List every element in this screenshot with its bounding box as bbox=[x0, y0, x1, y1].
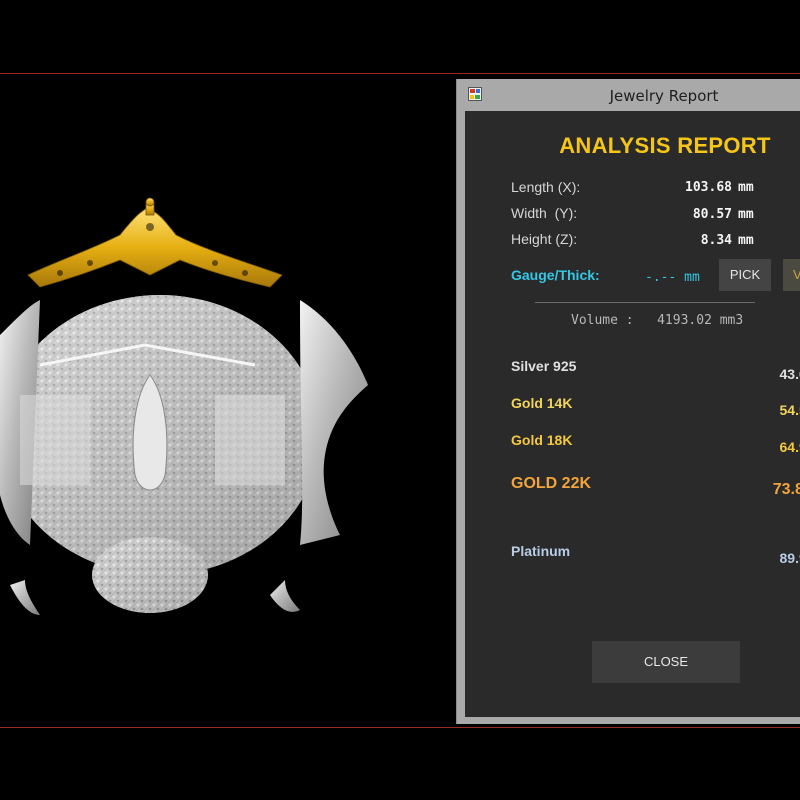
metal-label-gold-14k: Gold 14K bbox=[511, 395, 573, 411]
metal-weight-platinum: 89.94 g bbox=[779, 550, 800, 566]
height-label: Height (Z): bbox=[511, 231, 578, 247]
width-label: Width (Y): bbox=[511, 205, 578, 221]
height-value: 8.34 bbox=[700, 233, 732, 248]
bottom-divider-line bbox=[0, 727, 800, 728]
gauge-value: -.-- mm bbox=[645, 270, 700, 285]
metal-label-gold-22k: GOLD 22K bbox=[511, 475, 592, 492]
metal-label-platinum: Platinum bbox=[511, 543, 571, 559]
metal-weight-gold-22k: 73.80 g bbox=[772, 481, 800, 498]
report-dialog: Jewelry Report ANALYSIS REPORT Length (X… bbox=[456, 79, 800, 724]
volume-row: Volume : 4193.02 mm3 bbox=[571, 313, 743, 328]
volume-divider bbox=[535, 302, 755, 303]
height-unit: mm bbox=[738, 233, 754, 248]
metal-weight-gold-14k: 54.51 g bbox=[779, 402, 800, 418]
width-value: 80.57 bbox=[692, 207, 732, 222]
metal-label-silver-925: Silver 925 bbox=[511, 358, 577, 374]
pick-button[interactable]: PICK bbox=[719, 259, 771, 291]
width-unit: mm bbox=[738, 207, 754, 222]
length-unit: mm bbox=[738, 180, 754, 195]
volume-value: 4193.02 mm3 bbox=[657, 313, 744, 328]
length-label: Length (X): bbox=[511, 179, 581, 195]
window-title: Jewelry Report bbox=[609, 87, 719, 105]
length-value: 103.68 bbox=[685, 180, 732, 195]
volume-label: Volume : bbox=[571, 313, 634, 328]
report-panel: ANALYSIS REPORT Length (X): 103.68 mm Wi… bbox=[465, 111, 800, 717]
title-bar[interactable]: Jewelry Report bbox=[457, 79, 800, 111]
report-title: ANALYSIS REPORT bbox=[559, 133, 771, 158]
jewelry-model-render bbox=[0, 197, 368, 615]
silver-body bbox=[0, 295, 368, 615]
top-divider-line bbox=[0, 73, 800, 74]
metal-weight-silver-925: 43.61 g bbox=[779, 366, 800, 382]
v-button[interactable]: V bbox=[783, 259, 800, 291]
metal-weight-gold-18k: 64.99 g bbox=[779, 439, 800, 455]
model-viewport[interactable] bbox=[0, 75, 457, 725]
close-button[interactable]: CLOSE bbox=[592, 641, 740, 683]
gauge-label: Gauge/Thick: bbox=[511, 267, 600, 283]
metal-label-gold-18k: Gold 18K bbox=[511, 432, 573, 448]
